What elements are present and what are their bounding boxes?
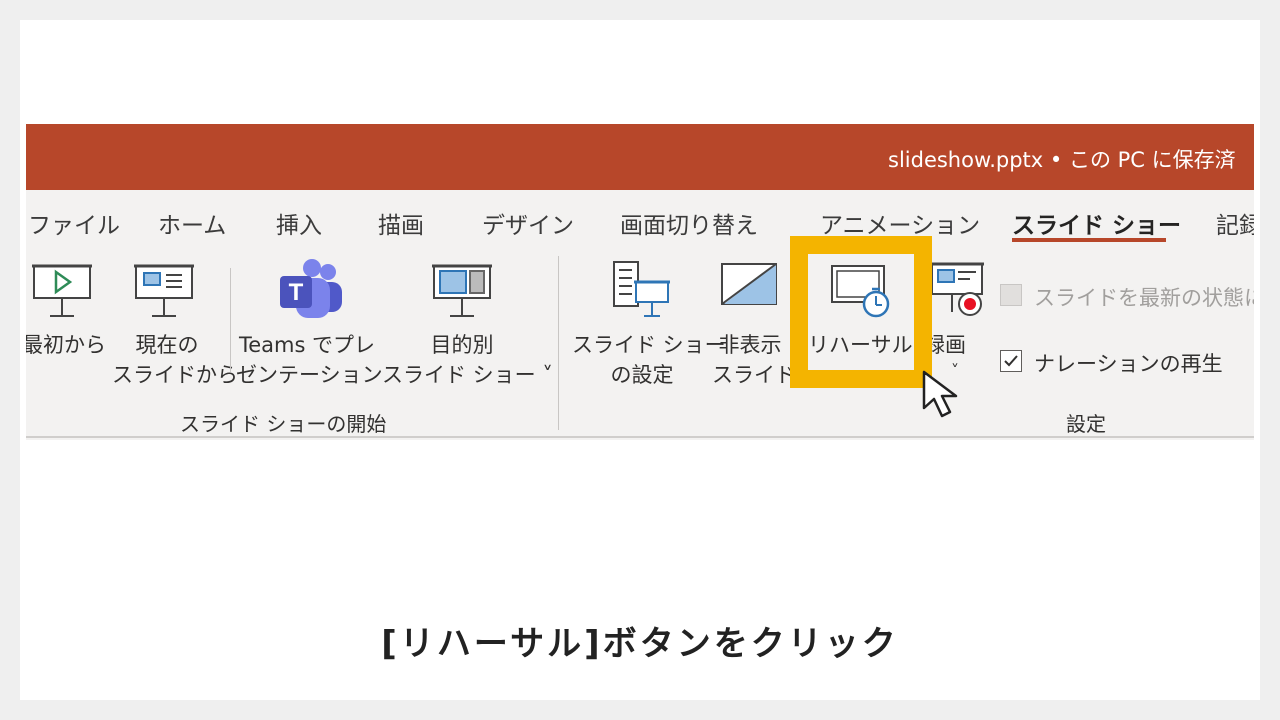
setup-slideshow-icon	[613, 261, 670, 317]
hide-slide-icon	[721, 263, 777, 305]
tab-design[interactable]: デザイン	[482, 206, 574, 240]
group-divider	[558, 256, 559, 430]
from-beginning-button[interactable]: 最初から	[26, 248, 110, 372]
tab-file[interactable]: ファイル	[28, 206, 120, 240]
setup-slideshow-label-2: の設定	[610, 363, 674, 387]
setup-slideshow-label-1: スライド ショー	[572, 333, 726, 357]
svg-text:T: T	[289, 279, 304, 306]
play-narrations-label: ナレーションの再生	[1034, 352, 1223, 376]
play-narrations-checkbox[interactable]	[1000, 350, 1022, 372]
from-current-button[interactable]: 現在の スライドから	[112, 248, 238, 387]
from-current-label-2: スライドから	[112, 363, 238, 387]
custom-slideshow-icon	[432, 264, 492, 317]
custom-slideshow-button[interactable]: 目的別 スライド ショー ˅	[382, 248, 553, 387]
slideshow-from-current-icon	[134, 264, 194, 317]
tab-animations[interactable]: アニメーション	[820, 206, 980, 240]
teams-icon: T	[280, 259, 342, 318]
custom-slideshow-label-2: スライド ショー ˅	[382, 363, 553, 387]
checkmark-icon	[1004, 355, 1018, 367]
mouse-pointer-icon	[922, 370, 958, 418]
instruction-caption: [リハーサル]ボタンをクリック	[381, 624, 899, 664]
setup-group-label: 設定	[1066, 412, 1106, 436]
ribbon-bottom-border	[26, 436, 1254, 438]
tab-record[interactable]: 記録	[1216, 206, 1254, 240]
powerpoint-window: slideshow.pptx • この PC に保存済 ファイル ホーム 挿入 …	[26, 124, 1254, 440]
hide-slide-label-1: 非表示	[718, 333, 782, 357]
keep-slides-updated-checkbox	[1000, 284, 1022, 306]
tab-insert[interactable]: 挿入	[276, 206, 322, 240]
ribbon-divider	[230, 268, 231, 372]
custom-slideshow-label-1: 目的別	[430, 333, 494, 357]
start-group-label: スライド ショーの開始	[180, 412, 387, 436]
rehearse-highlight-box	[790, 236, 932, 388]
tab-transitions[interactable]: 画面切り替え	[620, 206, 758, 240]
slideshow-from-beginning-icon	[32, 264, 92, 317]
from-beginning-label: 最初から	[26, 333, 106, 357]
present-in-teams-label-1: Teams でプレ	[238, 333, 376, 357]
setup-slideshow-button[interactable]: スライド ショー の設定	[572, 248, 726, 387]
document-title: slideshow.pptx • この PC に保存済	[888, 148, 1236, 172]
tab-home[interactable]: ホーム	[158, 206, 226, 240]
title-bar: slideshow.pptx • この PC に保存済	[26, 124, 1254, 190]
record-button[interactable]: 録画 ˅	[924, 248, 986, 380]
active-tab-underline	[1012, 238, 1166, 242]
keep-slides-updated-label: スライドを最新の状態に	[1034, 286, 1254, 310]
ribbon-panel: 最初から 現在の スライドから T Teams でプレ ゼンテーション 目的別 …	[26, 248, 1254, 438]
present-in-teams-label-2: ゼンテーション	[236, 363, 383, 387]
play-narrations-option[interactable]: ナレーションの再生	[1000, 348, 1240, 376]
hide-slide-button[interactable]: 非表示 スライド	[712, 248, 796, 387]
hide-slide-label-2: スライド	[712, 363, 796, 387]
present-in-teams-button[interactable]: T Teams でプレ ゼンテーション	[236, 248, 383, 387]
record-icon	[930, 262, 984, 316]
from-current-label-1: 現在の	[135, 333, 199, 357]
tab-slideshow[interactable]: スライド ショー	[1012, 206, 1181, 240]
tab-draw[interactable]: 描画	[378, 206, 424, 240]
